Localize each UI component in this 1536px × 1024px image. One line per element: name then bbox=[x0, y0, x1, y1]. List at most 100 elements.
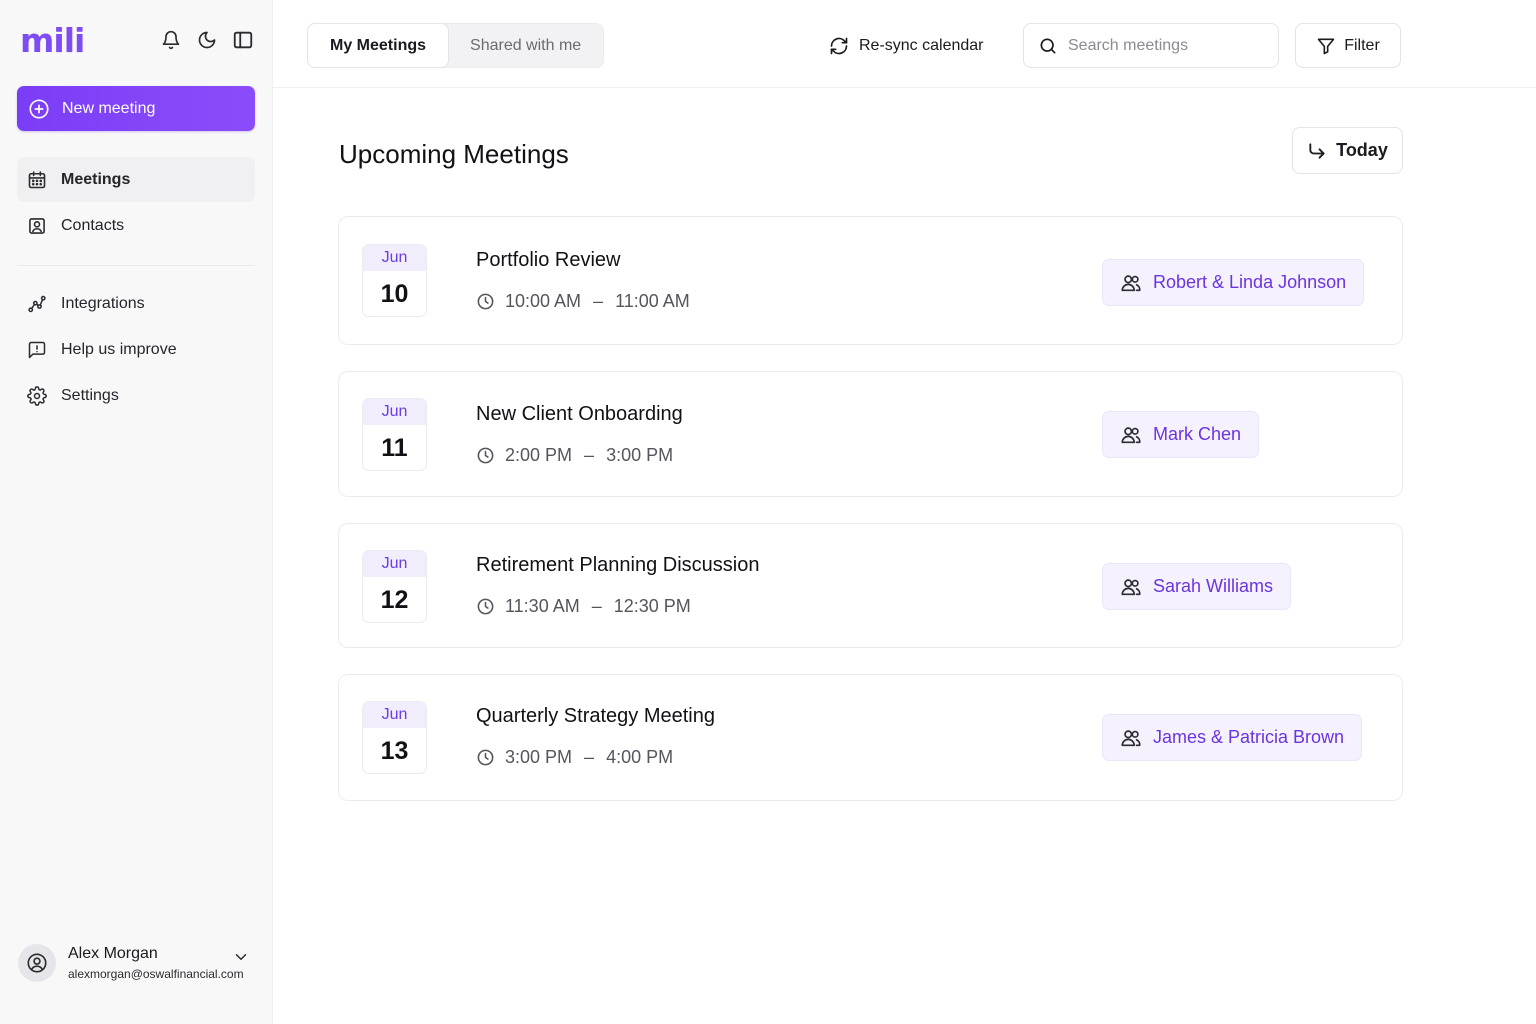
sidebar-item-contacts[interactable]: Contacts bbox=[17, 203, 255, 248]
user-text: Alex Morgan alexmorgan@oswalfinancial.co… bbox=[68, 945, 244, 981]
gear-icon bbox=[27, 385, 47, 406]
sidebar-item-help-us-improve[interactable]: Help us improve bbox=[17, 327, 255, 372]
meeting-time: 11:30 AM – 12:30 PM bbox=[476, 596, 691, 617]
meeting-end: 3:00 PM bbox=[606, 445, 674, 465]
resync-calendar-button[interactable]: Re-sync calendar bbox=[829, 23, 984, 68]
time-separator: – bbox=[584, 747, 595, 767]
tab-my-meetings[interactable]: My Meetings bbox=[308, 24, 449, 67]
meeting-title: New Client Onboarding bbox=[476, 403, 683, 425]
calendar-icon bbox=[27, 170, 47, 190]
nav-divider bbox=[17, 265, 255, 266]
sidebar-item-settings[interactable]: Settings bbox=[17, 373, 255, 418]
date-month: Jun bbox=[363, 245, 426, 271]
secondary-nav: Integrations Help us improve Settings bbox=[17, 281, 255, 418]
filter-button[interactable]: Filter bbox=[1295, 23, 1401, 68]
sidebar: mili New meeting Meetings Contacts Integ… bbox=[0, 0, 273, 1024]
time-separator: – bbox=[591, 596, 602, 616]
date-day: 10 bbox=[380, 279, 409, 308]
attendee-name: James & Patricia Brown bbox=[1153, 727, 1345, 747]
user-circle-icon bbox=[26, 952, 48, 974]
meeting-start: 3:00 PM bbox=[505, 747, 573, 767]
clock-icon bbox=[476, 292, 495, 311]
date-month: Jun bbox=[363, 702, 426, 728]
users-icon bbox=[1120, 727, 1142, 749]
meeting-time: 3:00 PM – 4:00 PM bbox=[476, 747, 673, 768]
users-icon bbox=[1120, 272, 1142, 294]
attendee-chip[interactable]: Mark Chen bbox=[1102, 411, 1260, 458]
meeting-title: Retirement Planning Discussion bbox=[476, 554, 760, 576]
sidebar-item-label: Help us improve bbox=[61, 340, 177, 358]
users-icon bbox=[1120, 424, 1142, 446]
bell-icon[interactable] bbox=[158, 27, 184, 53]
meeting-start: 11:30 AM bbox=[505, 596, 580, 616]
today-label: Today bbox=[1336, 140, 1388, 160]
new-meeting-button[interactable]: New meeting bbox=[17, 86, 255, 131]
attendee-name: Robert & Linda Johnson bbox=[1153, 272, 1347, 292]
users-icon bbox=[1120, 576, 1142, 598]
date-badge: Jun 13 bbox=[362, 701, 427, 774]
meeting-start: 10:00 AM bbox=[505, 291, 582, 311]
contact-card-icon bbox=[27, 216, 47, 236]
attendee-chip[interactable]: Sarah Williams bbox=[1102, 563, 1292, 610]
date-badge: Jun 10 bbox=[362, 244, 427, 317]
sidebar-item-label: Meetings bbox=[61, 170, 131, 188]
clock-icon bbox=[476, 748, 495, 767]
user-email: alexmorgan@oswalfinancial.com bbox=[68, 967, 244, 981]
refresh-icon bbox=[829, 36, 849, 56]
tab-shared-with-me[interactable]: Shared with me bbox=[448, 24, 603, 67]
main-content: My Meetings Shared with me Re-sync calen… bbox=[273, 0, 1536, 1024]
sidebar-toggle-icon[interactable] bbox=[230, 27, 256, 53]
return-arrow-icon bbox=[1307, 141, 1327, 161]
date-month: Jun bbox=[363, 399, 426, 425]
brand-row: mili bbox=[20, 20, 256, 60]
app-logo[interactable]: mili bbox=[20, 24, 85, 57]
search-box bbox=[1023, 23, 1279, 68]
meeting-end: 12:30 PM bbox=[613, 596, 691, 616]
filter-icon bbox=[1316, 36, 1336, 56]
clock-icon bbox=[476, 446, 495, 465]
user-menu[interactable]: Alex Morgan alexmorgan@oswalfinancial.co… bbox=[18, 940, 258, 986]
time-separator: – bbox=[584, 445, 595, 465]
sidebar-item-label: Contacts bbox=[61, 216, 125, 234]
meeting-time: 2:00 PM – 3:00 PM bbox=[476, 445, 673, 466]
attendee-chip[interactable]: Robert & Linda Johnson bbox=[1102, 259, 1365, 306]
sidebar-item-label: Integrations bbox=[61, 294, 145, 312]
user-name: Alex Morgan bbox=[68, 945, 158, 962]
integrations-icon bbox=[27, 294, 47, 314]
date-day: 12 bbox=[380, 585, 409, 614]
avatar bbox=[18, 944, 56, 982]
attendee-chip[interactable]: James & Patricia Brown bbox=[1102, 714, 1363, 761]
date-badge: Jun 11 bbox=[362, 398, 427, 471]
sidebar-item-meetings[interactable]: Meetings bbox=[17, 157, 255, 202]
meeting-start: 2:00 PM bbox=[505, 445, 573, 465]
attendee-name: Sarah Williams bbox=[1153, 576, 1274, 596]
app-root: mili New meeting Meetings Contacts Integ… bbox=[0, 0, 1536, 1024]
search-input[interactable] bbox=[1068, 36, 1258, 55]
meeting-card[interactable]: Jun 11 New Client Onboarding 2:00 PM – 3… bbox=[338, 371, 1403, 497]
meeting-time: 10:00 AM – 11:00 AM bbox=[476, 291, 690, 312]
plus-circle-icon bbox=[28, 98, 50, 120]
meeting-card[interactable]: Jun 13 Quarterly Strategy Meeting 3:00 P… bbox=[338, 674, 1403, 801]
meeting-scope-tabs: My Meetings Shared with me bbox=[307, 23, 605, 68]
meeting-title: Quarterly Strategy Meeting bbox=[476, 705, 715, 727]
moon-icon[interactable] bbox=[194, 27, 220, 53]
time-separator: – bbox=[593, 291, 604, 311]
attendee-name: Mark Chen bbox=[1153, 424, 1242, 444]
resync-label: Re-sync calendar bbox=[859, 36, 984, 54]
date-month: Jun bbox=[363, 551, 426, 577]
meeting-card[interactable]: Jun 10 Portfolio Review 10:00 AM – 11:00… bbox=[338, 216, 1403, 345]
feedback-icon bbox=[27, 340, 47, 360]
topbar: My Meetings Shared with me Re-sync calen… bbox=[273, 0, 1536, 88]
date-day: 11 bbox=[381, 433, 408, 462]
search-icon bbox=[1038, 36, 1058, 56]
filter-label: Filter bbox=[1344, 36, 1380, 54]
page-title: Upcoming Meetings bbox=[339, 139, 569, 169]
meeting-card[interactable]: Jun 12 Retirement Planning Discussion 11… bbox=[338, 523, 1403, 648]
sidebar-item-label: Settings bbox=[61, 386, 119, 404]
clock-icon bbox=[476, 597, 495, 616]
brand-actions bbox=[158, 27, 256, 53]
meeting-end: 4:00 PM bbox=[606, 747, 674, 767]
today-button[interactable]: Today bbox=[1292, 127, 1403, 174]
chevron-down-icon[interactable] bbox=[232, 948, 250, 971]
sidebar-item-integrations[interactable]: Integrations bbox=[17, 281, 255, 326]
